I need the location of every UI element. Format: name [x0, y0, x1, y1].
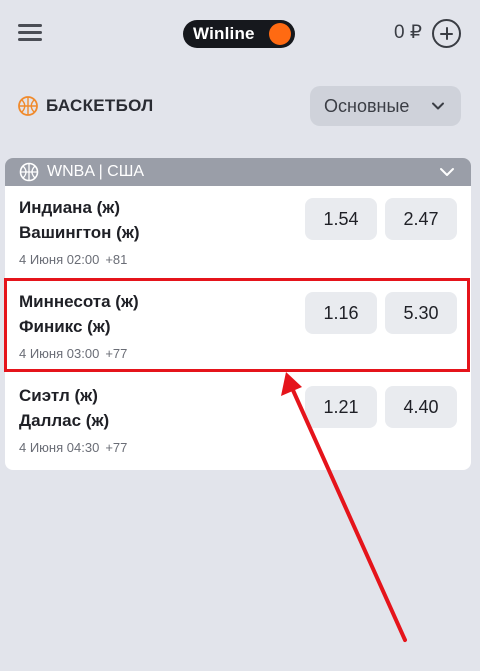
chevron-down-icon: [432, 102, 444, 110]
basketball-icon: [18, 96, 38, 116]
odd-button-2[interactable]: 4.40: [385, 386, 457, 428]
menu-line: [18, 31, 42, 34]
match-date: 4 Июня 02:00: [19, 252, 100, 267]
odd-button-1[interactable]: 1.21: [305, 386, 377, 428]
league-header[interactable]: WNBA | США: [5, 158, 471, 186]
match-row[interactable]: Индиана (ж) Вашингтон (ж) 4 Июня 02:00 +8…: [5, 186, 471, 280]
menu-icon[interactable]: [18, 24, 42, 42]
logo-dot-icon: [269, 23, 291, 45]
team-away: Даллас (ж): [19, 411, 110, 430]
more-markets[interactable]: +81: [105, 252, 127, 267]
filter-value: Основные: [324, 95, 410, 116]
odd-button-2[interactable]: 5.30: [385, 292, 457, 334]
match-meta: 4 Июня 04:30 +77: [19, 440, 127, 455]
chevron-down-icon[interactable]: [439, 166, 455, 178]
match-date: 4 Июня 03:00: [19, 346, 100, 361]
balance[interactable]: 0 ₽: [394, 21, 422, 44]
odd-button-1[interactable]: 1.16: [305, 292, 377, 334]
match-date: 4 Июня 04:30: [19, 440, 100, 455]
menu-line: [18, 24, 42, 27]
match-row[interactable]: Миннесота (ж) Финикс (ж) 4 Июня 03:00 +77…: [5, 280, 471, 374]
more-markets[interactable]: +77: [105, 440, 127, 455]
team-home: Миннесота (ж): [19, 292, 139, 311]
sport-title: БАСКЕТБОЛ: [46, 96, 154, 115]
team-away: Финикс (ж): [19, 317, 111, 336]
market-filter-select[interactable]: Основные: [310, 86, 461, 126]
league-name: WNBA | США: [47, 163, 145, 180]
team-away: Вашингтон (ж): [19, 223, 140, 242]
league-card: WNBA | США Индиана (ж) Вашингтон (ж) 4 И…: [5, 158, 471, 470]
add-funds-button[interactable]: [432, 19, 461, 48]
team-home: Сиэтл (ж): [19, 386, 98, 405]
match-row[interactable]: Сиэтл (ж) Даллас (ж) 4 Июня 04:30 +77 1.2…: [5, 374, 471, 468]
match-meta: 4 Июня 02:00 +81: [19, 252, 127, 267]
odd-button-2[interactable]: 2.47: [385, 198, 457, 240]
winline-logo[interactable]: Winline: [183, 20, 295, 48]
odd-button-1[interactable]: 1.54: [305, 198, 377, 240]
match-meta: 4 Июня 03:00 +77: [19, 346, 127, 361]
logo-text: Winline: [193, 24, 255, 43]
more-markets[interactable]: +77: [105, 346, 127, 361]
basketball-icon: [19, 162, 39, 182]
menu-line: [18, 38, 42, 41]
team-home: Индиана (ж): [19, 198, 121, 217]
